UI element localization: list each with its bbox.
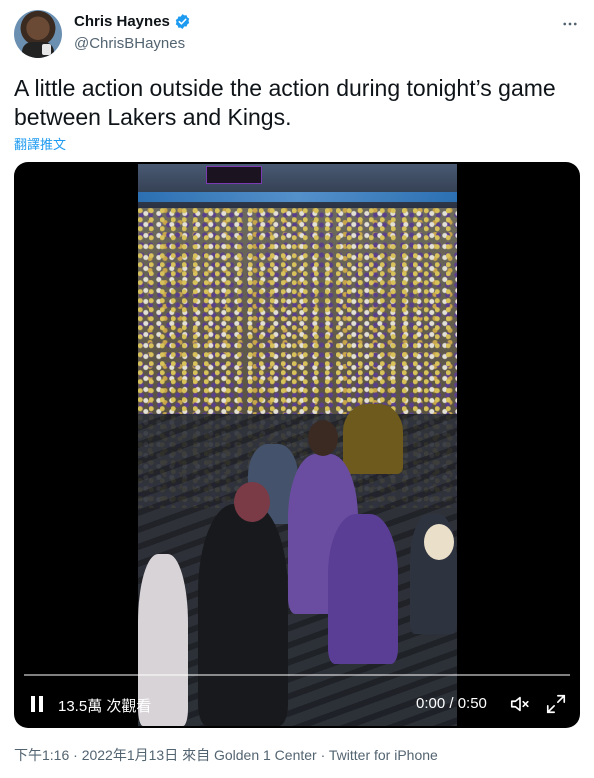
video-player[interactable]: 13.5萬 次觀看 0:00 / 0:50 (14, 162, 580, 728)
tweet-text: A little action outside the action durin… (14, 75, 556, 130)
avatar-lanyard-badge (42, 44, 51, 55)
mute-icon[interactable] (508, 693, 532, 715)
spectator-head (234, 482, 270, 522)
spectator-head (424, 524, 454, 560)
arena-scoreboard (206, 166, 262, 184)
author-display-name[interactable]: Chris Haynes (74, 13, 170, 30)
more-horizontal-icon (563, 22, 577, 26)
video-timestamp: 0:00 / 0:50 (416, 695, 487, 712)
pause-icon (31, 696, 35, 712)
fullscreen-icon[interactable] (544, 693, 568, 715)
pause-icon (39, 696, 43, 712)
spectator-figure (343, 404, 403, 474)
view-count: 13.5萬 次觀看 (58, 698, 152, 715)
spectator-head (308, 420, 338, 456)
verified-badge-icon (175, 14, 190, 29)
video-controls: 13.5萬 次觀看 0:00 / 0:50 (14, 686, 580, 722)
spectator-figure (328, 514, 398, 664)
tweet-metadata: 下午1:16 · 2022年1月13日 來自 Golden 1 Center ·… (14, 747, 438, 763)
video-frame[interactable] (138, 164, 457, 726)
author-avatar[interactable] (14, 10, 62, 58)
author-handle[interactable]: @ChrisBHaynes (74, 35, 185, 52)
pause-button[interactable] (28, 694, 46, 714)
translate-tweet-link[interactable]: 翻譯推文 (14, 134, 66, 153)
tweet-card: Chris Haynes @ChrisBHaynes A little acti… (0, 0, 594, 778)
more-options-button[interactable] (558, 12, 582, 36)
video-progress-bar[interactable] (24, 674, 570, 676)
arena-led-ribbon (138, 192, 457, 202)
author-name-row[interactable]: Chris Haynes (74, 13, 191, 30)
